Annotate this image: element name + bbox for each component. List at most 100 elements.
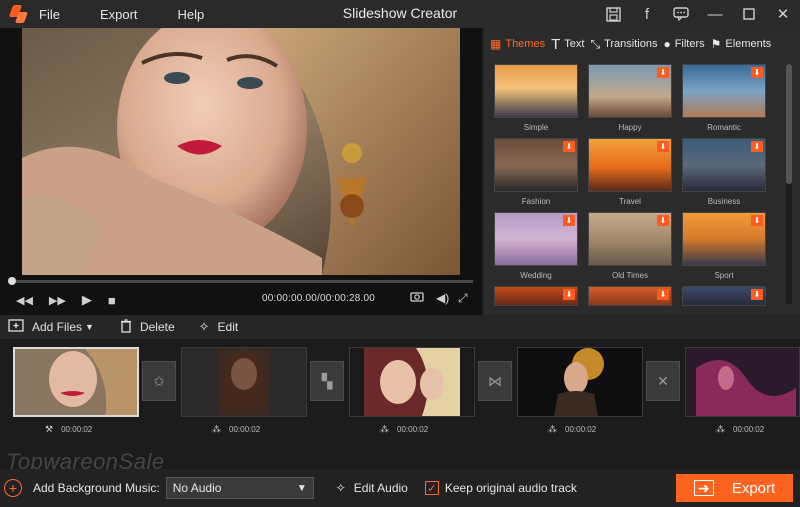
theme-fashion[interactable]: ⬇ (494, 138, 578, 192)
theme-sport[interactable]: ⬇ (682, 212, 766, 266)
transition-slot[interactable]: ✩ (142, 361, 176, 401)
menu-bar: File Export Help (39, 7, 244, 22)
filters-icon[interactable]: ⁂ (716, 424, 725, 435)
tab-transitions-label: Transitions (604, 38, 658, 50)
transition-slot[interactable]: ▚ (310, 361, 344, 401)
tab-transitions[interactable]: ⤡ Transitions (590, 37, 657, 52)
add-icon (8, 319, 24, 335)
paint-roller-icon[interactable]: ⚒ (45, 424, 53, 435)
theme-label: Sport (714, 271, 734, 280)
menu-export[interactable]: Export (100, 7, 138, 22)
download-icon: ⬇ (751, 289, 763, 300)
theme-label: Simple (523, 123, 549, 132)
timeline-clip[interactable] (349, 347, 475, 417)
timecode: 00:00:00.00/00:00:28.00 (262, 293, 376, 304)
stop-icon[interactable]: ■ (108, 293, 116, 308)
download-icon: ⬇ (657, 141, 669, 152)
theme-label: Happy (618, 123, 642, 132)
edit-button[interactable]: ✧ Edit (199, 319, 239, 335)
fullscreen-icon[interactable]: ⤢ (458, 291, 468, 306)
filters-icon[interactable]: ⁂ (212, 424, 221, 435)
clip-duration: 00:00:02 (397, 425, 429, 434)
keep-audio-label: Keep original audio track (444, 481, 577, 495)
seek-handle[interactable] (8, 277, 16, 285)
keep-audio-checkbox[interactable]: ✓ Keep original audio track (424, 481, 577, 495)
maximize-icon[interactable] (732, 0, 766, 28)
download-icon: ⬇ (751, 67, 763, 78)
transition-slot[interactable]: ✕ (646, 361, 680, 401)
trash-icon (120, 318, 132, 336)
clip-info: ⚒ 00:00:02 (45, 424, 92, 435)
scrollbar-thumb[interactable] (786, 64, 792, 184)
download-icon: ⬇ (563, 141, 575, 152)
export-button[interactable]: ➜ Export (676, 474, 793, 502)
tab-themes[interactable]: ▦ Themes (490, 37, 545, 51)
tab-text[interactable]: T Text (551, 36, 584, 53)
filters-icon[interactable]: ⁂ (380, 424, 389, 435)
theme-business[interactable]: ⬇ (682, 138, 766, 192)
theme-romantic[interactable]: ⬇ (682, 64, 766, 118)
transition-slot[interactable]: ⋈ (478, 361, 512, 401)
music-select[interactable]: No Audio ▼ (165, 477, 314, 499)
add-files-label: Add Files (32, 320, 83, 334)
filters-icon[interactable]: ⁂ (548, 424, 557, 435)
timeline-clip[interactable] (181, 347, 307, 417)
camera-icon[interactable] (410, 291, 424, 305)
save-icon[interactable] (596, 0, 630, 28)
rewind-icon[interactable]: ◀◀ (16, 294, 33, 307)
preview-video[interactable] (22, 28, 460, 275)
export-icon: ➜ (693, 480, 714, 496)
theme-happy[interactable]: ⬇ (588, 64, 672, 118)
volume-icon[interactable]: ◀) (436, 291, 449, 305)
clip-duration: 00:00:02 (61, 425, 93, 434)
menu-file[interactable]: File (39, 7, 60, 22)
download-icon: ⬇ (657, 289, 669, 300)
download-icon: ⬇ (751, 215, 763, 226)
add-music-icon[interactable]: + (4, 479, 22, 497)
edit-audio-label: Edit Audio (353, 481, 408, 495)
edit-audio-button[interactable]: ✧ Edit Audio (336, 481, 408, 495)
play-icon[interactable]: ▶ (82, 292, 92, 308)
clip-duration: 00:00:02 (733, 425, 765, 434)
palette-icon: ▦ (490, 37, 502, 51)
clip-info: ⁂ 00:00:02 (380, 424, 428, 435)
transition-icon: ▚ (321, 372, 333, 389)
themes-scrollbar[interactable] (786, 64, 792, 304)
tab-filters[interactable]: ● Filters (663, 37, 704, 51)
clip-duration: 00:00:02 (229, 425, 261, 434)
checkbox-check-icon[interactable]: ✓ (424, 481, 439, 495)
tab-elements[interactable]: ⚑ Elements (711, 37, 772, 51)
tab-filters-label: Filters (674, 38, 705, 50)
bg-music-label: Add Background Music: (33, 481, 160, 495)
timeline-clip[interactable] (685, 347, 800, 417)
theme-partial[interactable]: ⬇ (682, 286, 766, 306)
effects-tabs: ▦ Themes T Text ⤡ Transitions ● Filters … (484, 28, 800, 60)
add-files-button[interactable]: Add Files ▼ (8, 319, 94, 335)
effects-panel: ▦ Themes T Text ⤡ Transitions ● Filters … (484, 28, 800, 315)
text-icon: T (551, 35, 561, 53)
facebook-icon[interactable]: f (630, 0, 664, 28)
delete-button[interactable]: Delete (120, 318, 175, 336)
transition-icon: ⋈ (488, 372, 502, 389)
timeline-clip[interactable] (13, 347, 139, 417)
theme-partial[interactable]: ⬇ (494, 286, 578, 306)
theme-wedding[interactable]: ⬇ (494, 212, 578, 266)
theme-simple[interactable] (494, 64, 578, 118)
edit-label: Edit (217, 320, 239, 334)
theme-partial[interactable]: ⬇ (588, 286, 672, 306)
minimize-icon[interactable]: — (698, 0, 732, 28)
theme-old-times[interactable]: ⬇ (588, 212, 672, 266)
preview-area: ◀◀ ▶▶ ▶ ■ 00:00:00.00/00:00:28.00 ◀) ⤢ (0, 28, 482, 315)
close-icon[interactable]: ✕ (766, 0, 800, 28)
download-icon: ⬇ (657, 215, 669, 226)
feedback-icon[interactable] (664, 0, 698, 28)
menu-help[interactable]: Help (178, 7, 205, 22)
download-icon: ⬇ (751, 141, 763, 152)
fast-forward-icon[interactable]: ▶▶ (49, 294, 66, 307)
app-logo-icon (8, 4, 29, 24)
seek-bar[interactable] (8, 277, 473, 285)
tab-themes-label: Themes (505, 38, 546, 50)
theme-travel[interactable]: ⬇ (588, 138, 672, 192)
timeline-clip[interactable] (517, 347, 643, 417)
download-icon: ⬇ (563, 289, 575, 300)
